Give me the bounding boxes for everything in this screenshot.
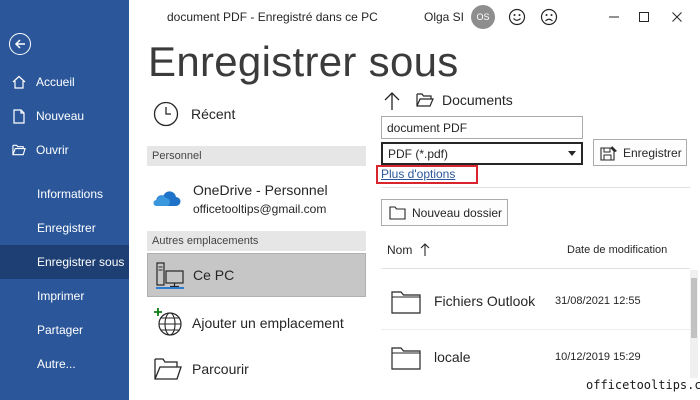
sidebar-item-info[interactable]: Informations	[0, 177, 129, 211]
backstage-sidebar: Accueil Nouveau Ouvrir Informations Enre…	[0, 0, 129, 400]
breadcrumb-label: Documents	[442, 92, 513, 108]
user-name[interactable]: Olga SI	[424, 10, 464, 24]
section-header-other: Autres emplacements	[147, 231, 366, 251]
sidebar-item-label: Accueil	[36, 75, 75, 89]
breadcrumb[interactable]: Documents	[416, 92, 513, 108]
dropdown-arrow-icon	[568, 151, 576, 156]
sidebar-item-label: Enregistrer	[37, 221, 96, 235]
file-date: 10/12/2019 15:29	[555, 351, 641, 363]
divider	[381, 329, 690, 330]
location-browse[interactable]: Parcourir	[147, 350, 366, 390]
sidebar-item-label: Nouveau	[36, 109, 85, 123]
file-type-value: PDF (*.pdf)	[388, 146, 449, 161]
title-bar: document PDF - Enregistré dans ce PC Olg…	[129, 0, 700, 34]
divider	[381, 187, 690, 188]
section-header-personal: Personnel	[147, 146, 366, 166]
smiley-icon[interactable]	[507, 7, 527, 27]
new-doc-icon	[12, 108, 26, 124]
watermark: officetooltips.com	[583, 378, 700, 392]
close-icon[interactable]	[667, 7, 687, 27]
location-this-pc-label: Ce PC	[193, 267, 235, 283]
column-header-date[interactable]: Date de modification	[567, 244, 667, 256]
sidebar-item-label: Imprimer	[37, 289, 85, 303]
sidebar-item-label: Partager	[37, 323, 84, 337]
file-date: 31/08/2021 12:55	[555, 295, 641, 307]
document-title: document PDF - Enregistré dans ce PC	[167, 10, 378, 24]
location-this-pc[interactable]: Ce PC	[147, 253, 366, 297]
file-name-input[interactable]	[381, 116, 583, 139]
column-header-name-label: Nom	[387, 243, 413, 257]
sidebar-item-new[interactable]: Nouveau	[0, 99, 129, 133]
sidebar-item-share[interactable]: Partager	[0, 313, 129, 347]
computer-icon	[155, 260, 185, 290]
new-folder-button[interactable]: Nouveau dossier	[381, 199, 508, 226]
location-recent[interactable]: Récent	[147, 96, 366, 132]
open-folder-icon	[12, 142, 26, 158]
column-header-name[interactable]: Nom	[387, 243, 430, 257]
page-title: Enregistrer sous	[148, 38, 459, 85]
location-add-place[interactable]: Ajouter un emplacement	[147, 304, 366, 342]
file-type-dropdown[interactable]: PDF (*.pdf)	[381, 142, 583, 165]
sidebar-item-print[interactable]: Imprimer	[0, 279, 129, 313]
home-icon	[12, 74, 26, 90]
frown-icon[interactable]	[539, 7, 559, 27]
sidebar-item-save[interactable]: Enregistrer	[0, 211, 129, 245]
sidebar-item-label: Autre...	[37, 357, 76, 371]
onedrive-name: OneDrive - Personnel	[193, 182, 328, 198]
sidebar-item-save-as[interactable]: Enregistrer sous	[0, 245, 129, 279]
sidebar-item-label: Informations	[37, 187, 104, 201]
file-name: locale	[434, 349, 471, 365]
sort-up-arrow-icon	[420, 243, 430, 257]
folder-open-icon	[153, 356, 183, 382]
sidebar-item-open[interactable]: Ouvrir	[0, 133, 129, 167]
sidebar-item-label: Enregistrer sous	[37, 255, 125, 269]
file-list-item[interactable]: Fichiers Outlook 31/08/2021 12:55	[381, 275, 690, 329]
cloud-icon	[153, 188, 181, 208]
onedrive-email: officetooltips@gmail.com	[193, 202, 327, 216]
folder-icon	[391, 290, 421, 319]
sidebar-item-more[interactable]: Autre...	[0, 347, 129, 381]
avatar[interactable]: OS	[471, 5, 495, 29]
location-onedrive[interactable]: OneDrive - Personnel officetooltips@gmai…	[147, 176, 366, 224]
location-recent-label: Récent	[191, 106, 236, 122]
minimize-icon[interactable]	[604, 7, 624, 27]
sidebar-item-label: Ouvrir	[36, 143, 69, 157]
scrollbar[interactable]	[690, 270, 698, 390]
save-button-label: Enregistrer	[623, 145, 682, 160]
clock-icon	[153, 101, 179, 127]
folder-open-icon	[416, 93, 434, 107]
file-list-item[interactable]: locale 10/12/2019 15:29	[381, 331, 690, 385]
folder-icon	[389, 205, 406, 220]
up-arrow-icon[interactable]	[383, 91, 401, 111]
more-options-link[interactable]: Plus d'options	[381, 167, 455, 181]
scrollbar-thumb[interactable]	[691, 278, 697, 338]
back-arrow-icon[interactable]	[9, 33, 31, 55]
save-button[interactable]: Enregistrer	[593, 139, 687, 166]
maximize-icon[interactable]	[634, 7, 654, 27]
new-folder-label: Nouveau dossier	[412, 205, 503, 220]
sidebar-item-home[interactable]: Accueil	[0, 65, 129, 99]
globe-plus-icon	[153, 307, 183, 337]
folder-icon	[391, 346, 421, 375]
location-browse-label: Parcourir	[192, 361, 249, 377]
divider	[381, 268, 690, 269]
save-icon	[600, 145, 618, 161]
file-name: Fichiers Outlook	[434, 293, 536, 309]
location-add-place-label: Ajouter un emplacement	[192, 315, 344, 331]
